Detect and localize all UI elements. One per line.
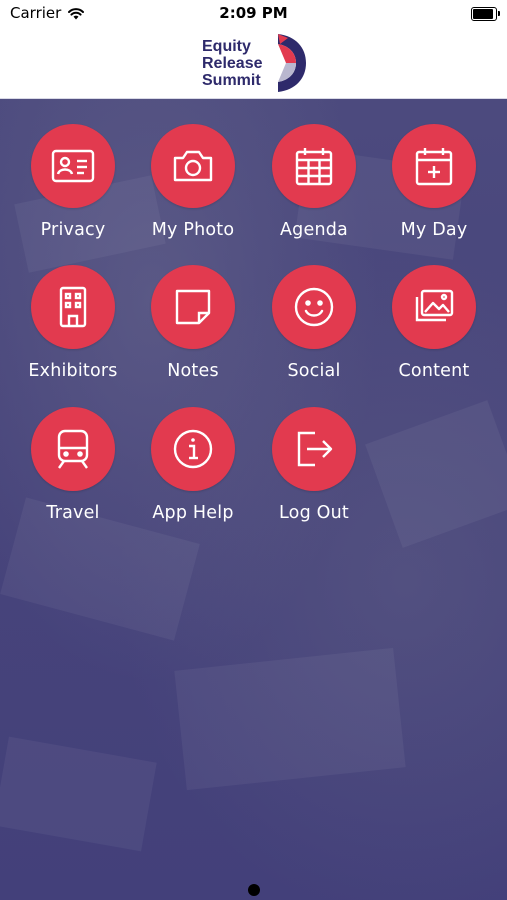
menu-item-agenda[interactable]: Agenda — [254, 124, 374, 240]
menu-item-my-photo[interactable]: My Photo — [133, 124, 253, 240]
menu-label: Agenda — [280, 220, 348, 240]
menu-item-my-day[interactable]: My Day — [374, 124, 494, 240]
summit-logo-icon — [278, 34, 306, 92]
menu-label: Social — [287, 361, 341, 381]
images-icon — [415, 289, 454, 322]
agenda-button[interactable] — [272, 124, 356, 208]
calendar-grid-icon — [295, 148, 333, 186]
menu-label: Travel — [46, 503, 100, 523]
app-header: Equity Release Summit — [0, 26, 507, 99]
social-button[interactable] — [272, 265, 356, 349]
logo-line-1: Equity — [202, 38, 251, 55]
menu-item-app-help[interactable]: App Help — [133, 407, 253, 523]
battery-level — [473, 9, 493, 19]
logout-icon — [297, 431, 333, 467]
building-icon — [59, 286, 87, 328]
my-photo-button[interactable] — [151, 124, 235, 208]
travel-button[interactable] — [31, 407, 115, 491]
notes-button[interactable] — [151, 265, 235, 349]
menu-label: Log Out — [279, 503, 349, 523]
status-bar: Carrier 2:09 PM — [0, 0, 507, 26]
menu-label: My Photo — [151, 220, 235, 240]
page-indicator-dot[interactable] — [248, 884, 260, 896]
menu-item-content[interactable]: Content — [374, 265, 494, 381]
content-button[interactable] — [392, 265, 476, 349]
app-help-button[interactable] — [151, 407, 235, 491]
menu-item-exhibitors[interactable]: Exhibitors — [13, 265, 133, 381]
sticky-note-icon — [175, 289, 211, 325]
menu-item-travel[interactable]: Travel — [13, 407, 133, 523]
menu-label: Content — [398, 361, 470, 381]
menu-item-log-out[interactable]: Log Out — [254, 407, 374, 523]
calendar-plus-icon — [415, 148, 453, 186]
logo-line-3: Summit — [202, 72, 261, 89]
id-card-icon — [51, 149, 95, 183]
info-icon — [173, 429, 213, 469]
camera-icon — [173, 150, 213, 182]
logo-line-2: Release — [202, 55, 263, 72]
logo-wordmark: Equity Release Summit — [202, 38, 263, 89]
exhibitors-button[interactable] — [31, 265, 115, 349]
menu-label: App Help — [152, 503, 234, 523]
clock: 2:09 PM — [219, 4, 288, 22]
menu-item-social[interactable]: Social — [254, 265, 374, 381]
log-out-button[interactable] — [272, 407, 356, 491]
menu-label: My Day — [400, 220, 468, 240]
menu-label: Privacy — [40, 220, 106, 240]
privacy-button[interactable] — [31, 124, 115, 208]
battery-icon — [471, 7, 500, 21]
train-icon — [57, 429, 89, 469]
smiley-icon — [294, 287, 334, 327]
menu-item-privacy[interactable]: Privacy — [13, 124, 133, 240]
menu-label: Notes — [167, 361, 219, 381]
menu-item-notes[interactable]: Notes — [133, 265, 253, 381]
my-day-button[interactable] — [392, 124, 476, 208]
menu-label: Exhibitors — [28, 361, 118, 381]
